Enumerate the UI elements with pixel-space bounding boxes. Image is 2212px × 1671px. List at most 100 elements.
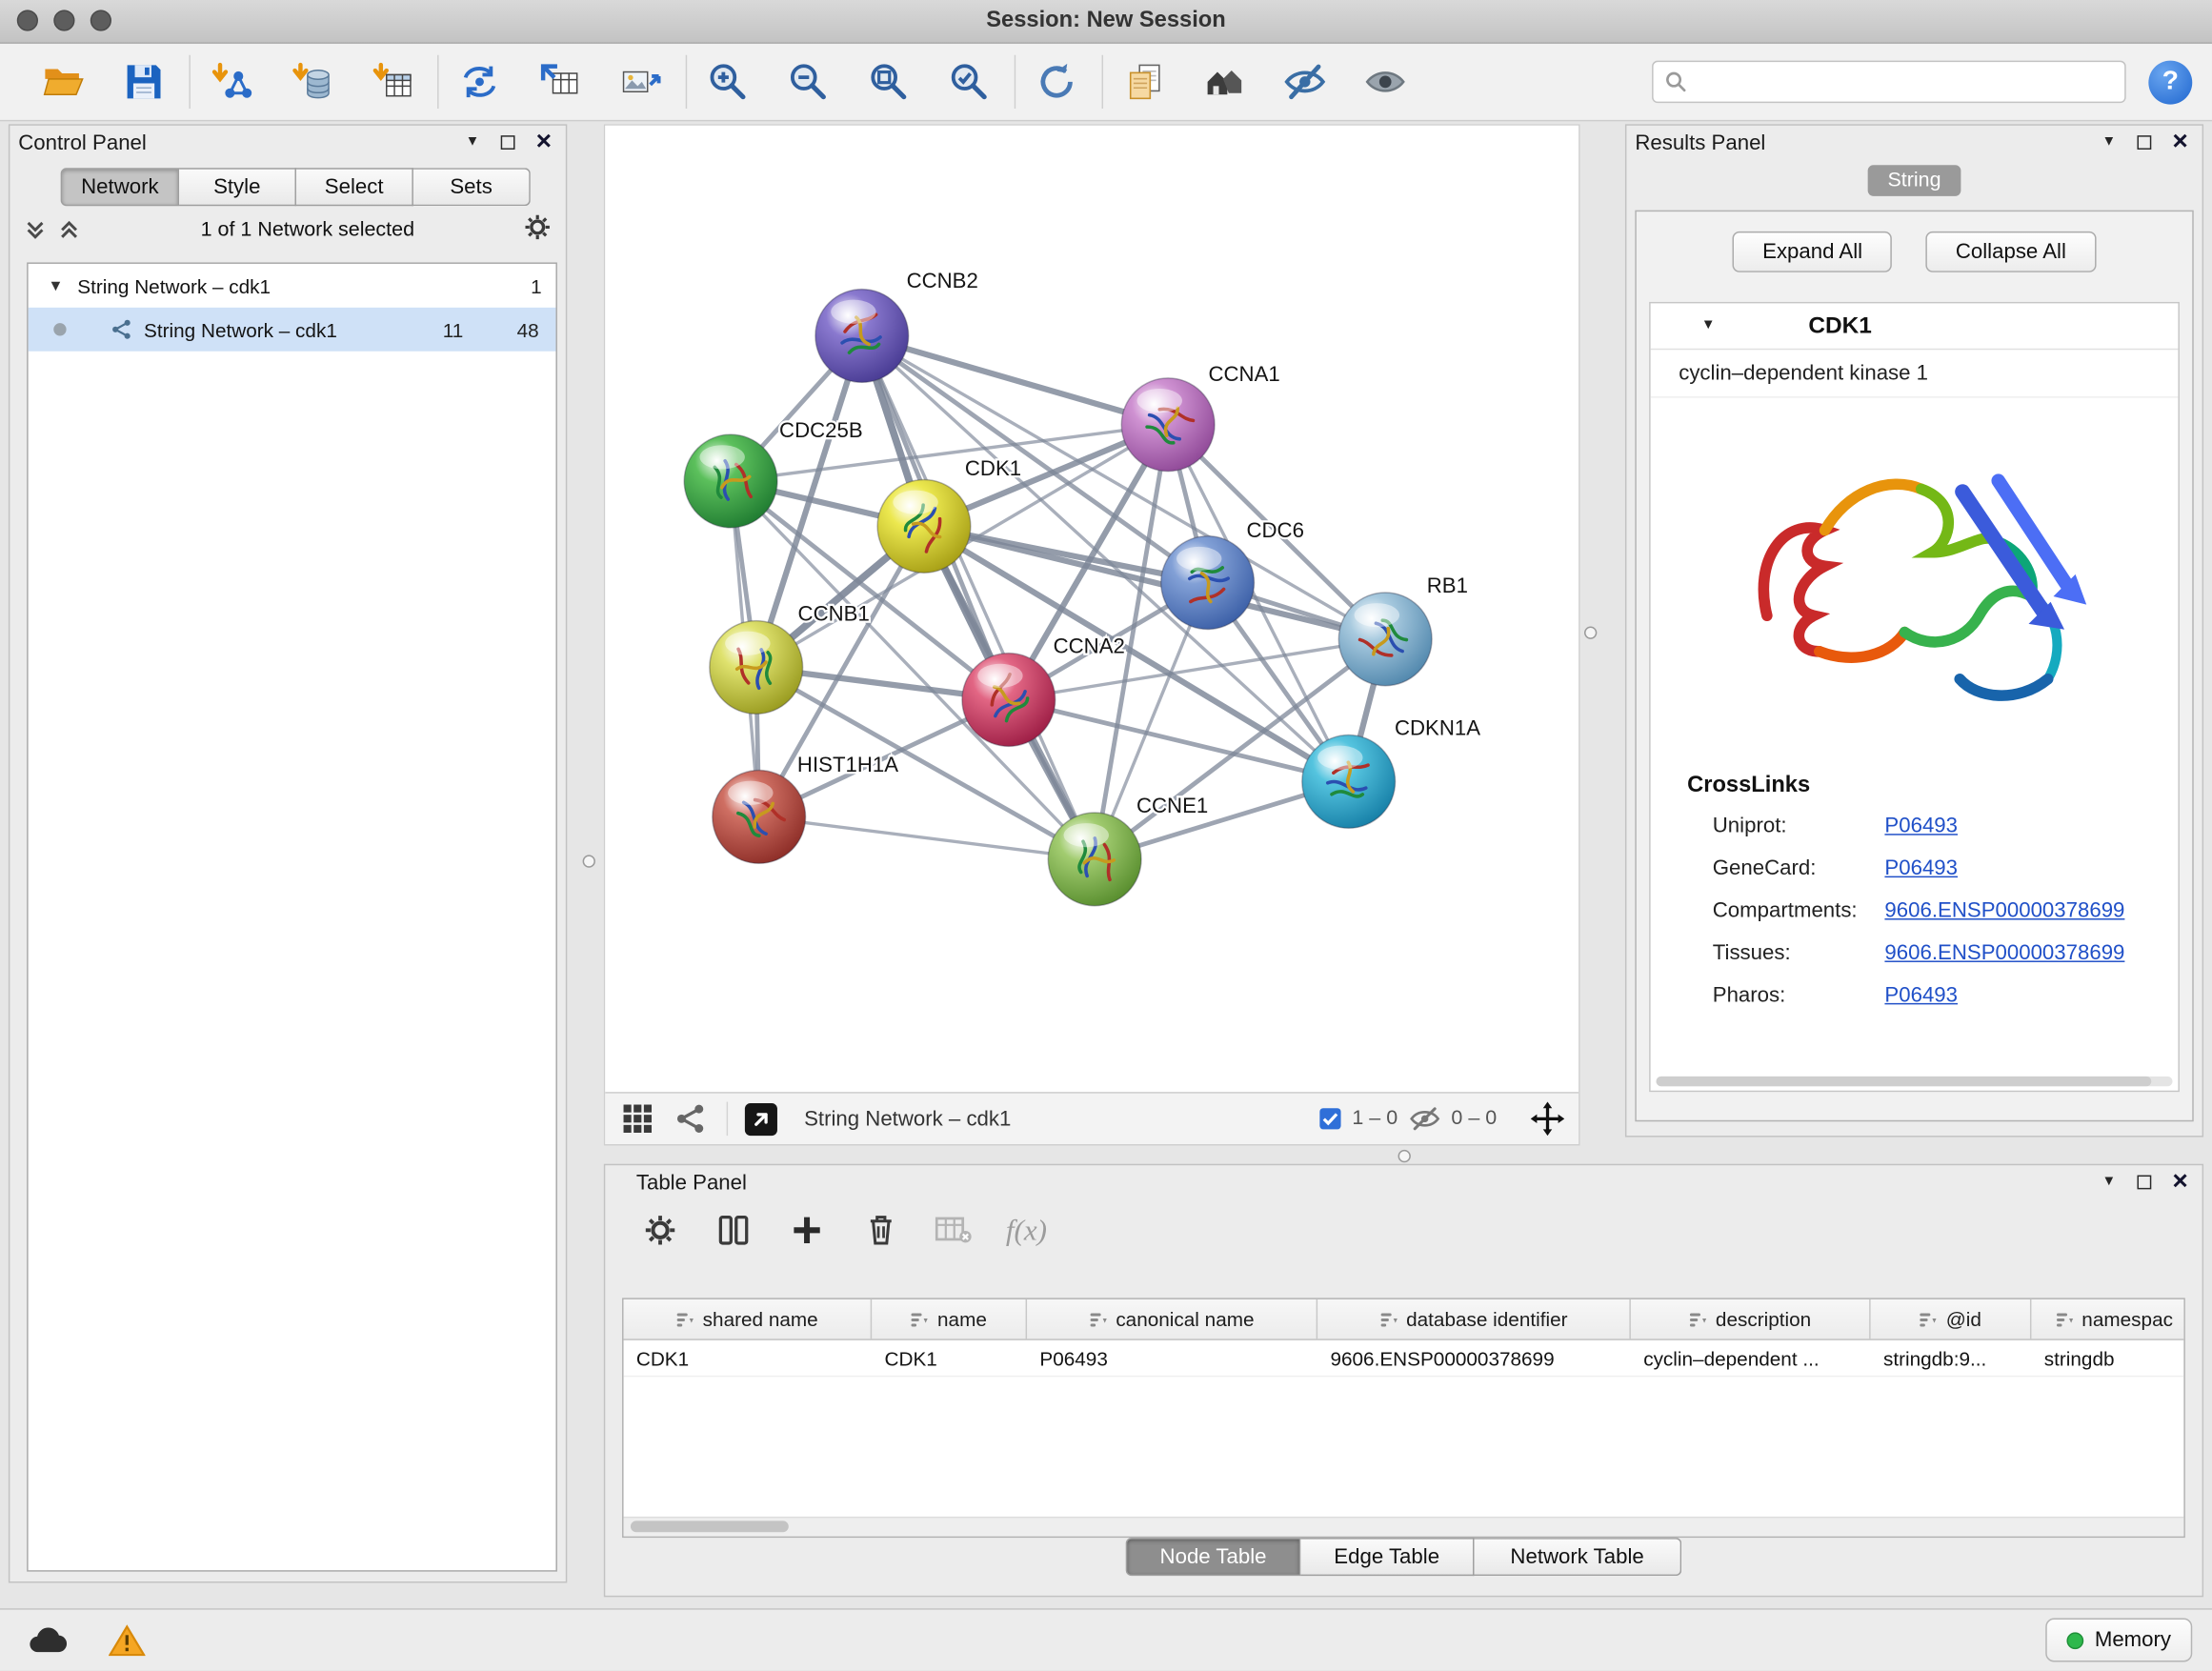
network-edge[interactable]	[759, 816, 1095, 858]
search-input[interactable]	[1687, 70, 2113, 95]
panel-float-icon[interactable]	[501, 135, 515, 150]
birds-eye-grid-icon[interactable]	[619, 1100, 656, 1137]
export-image-button[interactable]	[613, 52, 667, 111]
tab-select[interactable]: Select	[296, 168, 413, 206]
column-header-shared-name[interactable]: shared name	[624, 1299, 873, 1339]
zoom-fit-content-button[interactable]	[862, 52, 915, 111]
export-network-button[interactable]	[533, 52, 587, 111]
network-node-RB1[interactable]	[1338, 593, 1432, 686]
zoom-in-button[interactable]	[701, 52, 754, 111]
open-documents-button[interactable]	[1117, 52, 1171, 111]
panel-close-icon[interactable]: ×	[2172, 128, 2187, 154]
tab-node-table[interactable]: Node Table	[1126, 1538, 1301, 1576]
network-node-CCNA2[interactable]	[962, 654, 1056, 747]
column-header-description[interactable]: description	[1631, 1299, 1871, 1339]
import-network-from-database-button[interactable]	[285, 52, 338, 111]
network-selection-summary: 1 of 1 Network selected	[91, 219, 523, 242]
tree-expander-icon[interactable]: ▼	[48, 277, 63, 294]
collapse-all-chevron-icon[interactable]	[58, 219, 81, 242]
expand-all-chevron-icon[interactable]	[24, 219, 47, 242]
refresh-icon	[1036, 61, 1077, 103]
gene-section-header[interactable]: ▼ CDK1	[1651, 303, 2179, 350]
collapse-all-button[interactable]: Collapse All	[1926, 232, 2096, 272]
network-edge[interactable]	[862, 335, 1095, 858]
panel-collapse-icon[interactable]: ▼	[2101, 1176, 2116, 1190]
refresh-view-button[interactable]	[1030, 52, 1083, 111]
panel-close-icon[interactable]: ×	[2172, 1167, 2187, 1194]
import-table-from-file-button[interactable]	[366, 52, 419, 111]
column-header-database-identifier[interactable]: database identifier	[1317, 1299, 1631, 1339]
table-settings-gear-icon[interactable]	[639, 1209, 681, 1251]
expand-all-button[interactable]: Expand All	[1733, 232, 1892, 272]
tab-string[interactable]: String	[1868, 165, 1961, 196]
network-options-gear-icon[interactable]	[523, 212, 552, 248]
home-button[interactable]	[1197, 52, 1251, 111]
left-splitter-handle[interactable]	[583, 855, 595, 867]
crosslink-value-link[interactable]: 9606.ENSP00000378699	[1884, 940, 2124, 964]
import-network-from-file-button[interactable]	[205, 52, 258, 111]
crosslink-value-link[interactable]: P06493	[1884, 982, 1958, 1006]
network-row-selected[interactable]: String Network – cdk1 11 48	[29, 308, 556, 352]
network-canvas[interactable]: CCNB2CCNA1CDC25BCDK1CDC6RB1CCNB1CCNA2CDK…	[605, 126, 1579, 1092]
crosslink-row: Compartments:9606.ENSP00000378699	[1651, 889, 2179, 931]
create-column-plus-icon[interactable]	[786, 1209, 828, 1251]
import-table-icon	[371, 61, 412, 103]
toolbar-search-field[interactable]	[1652, 61, 2126, 103]
delete-column-trash-icon[interactable]	[859, 1209, 901, 1251]
zoom-selected-button[interactable]	[942, 52, 995, 111]
network-node-CDK1[interactable]	[877, 479, 971, 573]
panel-float-icon[interactable]	[2137, 135, 2151, 150]
tab-style[interactable]: Style	[179, 168, 296, 206]
panel-close-icon[interactable]: ×	[536, 128, 552, 154]
column-header-canonical-name[interactable]: canonical name	[1027, 1299, 1317, 1339]
network-node-CCNB2[interactable]	[815, 290, 909, 383]
right-splitter-handle[interactable]	[1584, 627, 1597, 639]
memory-button[interactable]: Memory	[2045, 1619, 2192, 1662]
network-edge[interactable]	[862, 335, 1168, 424]
crosslink-value-link[interactable]: P06493	[1884, 856, 1958, 879]
open-session-button[interactable]	[37, 52, 90, 111]
panel-collapse-icon[interactable]: ▼	[2101, 135, 2116, 150]
pan-move-icon[interactable]	[1531, 1102, 1565, 1137]
memory-label: Memory	[2095, 1628, 2171, 1652]
column-header-namespac[interactable]: namespac	[2031, 1299, 2184, 1339]
table-cell: stringdb	[2031, 1340, 2184, 1376]
hidden-eye-icon[interactable]	[1409, 1106, 1440, 1132]
bottom-splitter-handle[interactable]	[1398, 1150, 1411, 1162]
selected-checkbox-icon[interactable]	[1318, 1107, 1341, 1130]
column-header--id[interactable]: @id	[1871, 1299, 2032, 1339]
table-horizontal-scrollbar[interactable]	[624, 1517, 2184, 1537]
network-collection-row[interactable]: ▼ String Network – cdk1 1	[29, 264, 556, 308]
export-view-icon[interactable]	[742, 1100, 779, 1137]
network-node-HIST1H1A[interactable]	[713, 771, 806, 864]
table-row[interactable]: CDK1CDK1P064939606.ENSP00000378699cyclin…	[624, 1340, 2184, 1378]
panel-float-icon[interactable]	[2137, 1176, 2151, 1190]
cloud-status-icon[interactable]	[20, 1619, 76, 1661]
tab-sets[interactable]: Sets	[413, 168, 531, 206]
tab-network[interactable]: Network	[61, 168, 179, 206]
save-session-button[interactable]	[117, 52, 171, 111]
show-graphics-details-button[interactable]	[1358, 52, 1412, 111]
tab-edge-table[interactable]: Edge Table	[1300, 1538, 1474, 1576]
network-node-CCNB1[interactable]	[710, 621, 803, 715]
tab-network-table[interactable]: Network Table	[1474, 1538, 1681, 1576]
show-columns-icon[interactable]	[713, 1209, 754, 1251]
network-overview-icon[interactable]	[673, 1100, 710, 1137]
zoom-out-button[interactable]	[781, 52, 835, 111]
network-node-CDKN1A[interactable]	[1302, 735, 1396, 829]
crosslink-value-link[interactable]: 9606.ENSP00000378699	[1884, 898, 2124, 922]
network-node-CDC6[interactable]	[1161, 536, 1255, 630]
network-node-CDC25B[interactable]	[684, 434, 777, 528]
hide-selected-button[interactable]	[1278, 52, 1332, 111]
help-button[interactable]: ?	[2148, 60, 2192, 104]
column-header-name[interactable]: name	[872, 1299, 1027, 1339]
section-expander-icon[interactable]: ▼	[1701, 319, 1716, 333]
warning-icon[interactable]	[99, 1619, 155, 1661]
panel-collapse-icon[interactable]: ▼	[466, 135, 480, 150]
new-network-from-selection-button[interactable]	[452, 52, 506, 111]
crosslink-value-link[interactable]: P06493	[1884, 814, 1958, 837]
node-label: CCNA2	[1054, 634, 1125, 658]
results-scrollbar[interactable]	[1657, 1077, 2173, 1086]
network-node-CCNA1[interactable]	[1121, 378, 1215, 472]
network-node-CCNE1[interactable]	[1048, 813, 1141, 906]
